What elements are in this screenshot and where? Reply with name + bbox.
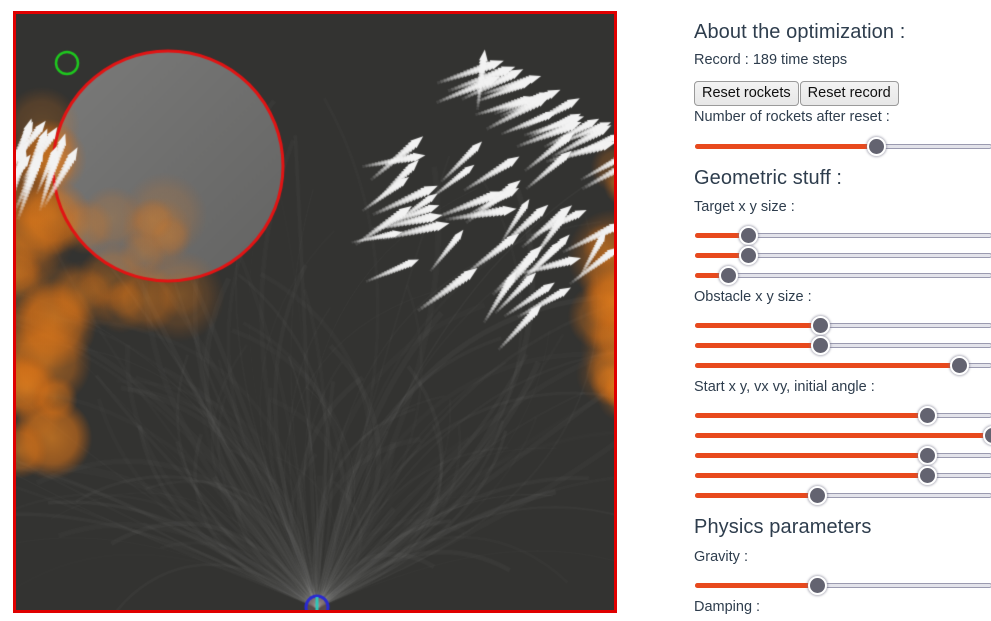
obstacle-xy-size-label: Obstacle x y size : [694,289,812,305]
slider-fill [695,413,927,418]
damping-label: Damping : [694,599,761,615]
physics-heading: Physics parameters [694,516,872,538]
obstacle-size-slider[interactable] [695,354,991,376]
slider-fill [695,473,927,478]
gravity-slider[interactable] [695,574,991,596]
slider-fill [695,363,960,368]
obstacle-y-slider[interactable] [695,334,991,356]
number-of-rockets-slider[interactable] [695,135,991,157]
slider-fill [695,144,877,149]
slider-thumb[interactable] [917,406,937,425]
slider-fill [695,453,927,458]
slider-fill [695,343,820,348]
slider-thumb[interactable] [867,137,887,156]
slider-fill [695,493,817,498]
page-root: About the optimization : Record : 189 ti… [0,0,991,621]
gravity-label: Gravity : [694,549,748,565]
slider-thumb[interactable] [917,446,937,465]
slider-thumb[interactable] [950,356,970,375]
simulation-viewport[interactable] [13,11,617,613]
slider-thumb[interactable] [917,466,937,485]
slider-thumb[interactable] [810,336,830,355]
target-xy-size-label: Target x y size : [694,199,795,215]
target-y-slider[interactable] [695,244,991,266]
slider-thumb[interactable] [807,576,827,595]
about-heading: About the optimization : [694,21,906,43]
reset-button-row: Reset rockets Reset record [694,81,900,106]
record-label: Record : 189 time steps [694,52,848,68]
start-vy-slider[interactable] [695,464,991,486]
target-x-slider[interactable] [695,224,991,246]
slider-thumb[interactable] [739,226,759,245]
slider-fill [695,433,991,438]
start-y-slider[interactable] [695,424,991,446]
control-panel: About the optimization : Record : 189 ti… [694,0,991,621]
initial-angle-slider[interactable] [695,484,991,506]
start-vx-slider[interactable] [695,444,991,466]
slider-thumb[interactable] [810,316,830,335]
reset-rockets-button[interactable]: Reset rockets [694,81,799,106]
reset-record-button[interactable]: Reset record [799,81,899,106]
slider-thumb[interactable] [739,246,759,265]
slider-thumb[interactable] [983,426,991,445]
slider-thumb[interactable] [807,486,827,505]
slider-fill [695,583,817,588]
obstacle-x-slider[interactable] [695,314,991,336]
rocket-simulation-canvas[interactable] [16,14,614,610]
slider-fill [695,323,820,328]
number-of-rockets-label: Number of rockets after reset : [694,109,890,125]
slider-track[interactable] [695,273,991,278]
slider-thumb[interactable] [718,266,738,285]
start-x-slider[interactable] [695,404,991,426]
geometric-heading: Geometric stuff : [694,167,843,189]
start-params-label: Start x y, vx vy, initial angle : [694,379,875,395]
target-size-slider[interactable] [695,264,991,286]
